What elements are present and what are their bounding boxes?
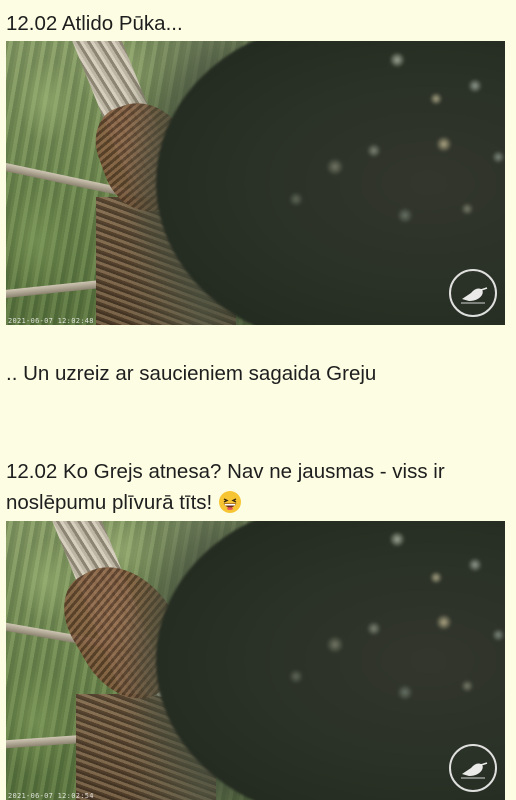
post-text-question: 12.02 Ko Grejs atnesa? Nav ne jausmas - … [6, 456, 508, 518]
nest-camera-image[interactable]: 2021-06-07 12:02:54 [6, 521, 505, 800]
kingfisher-logo-icon [449, 269, 497, 317]
kingfisher-logo-icon [449, 744, 497, 792]
nest-camera-image[interactable]: 2021-06-07 12:02:48 [6, 41, 505, 325]
timestamp-overlay: 2021-06-07 12:02:54 [8, 792, 94, 800]
grinning-squinting-face-icon [218, 490, 242, 514]
timestamp-overlay: 2021-06-07 12:02:48 [8, 317, 94, 325]
post-text-greeting: .. Un uzreiz ar saucieniem sagaida Greju [6, 362, 377, 385]
post-text-arrival: 12.02 Atlido Pūka... [6, 12, 183, 35]
